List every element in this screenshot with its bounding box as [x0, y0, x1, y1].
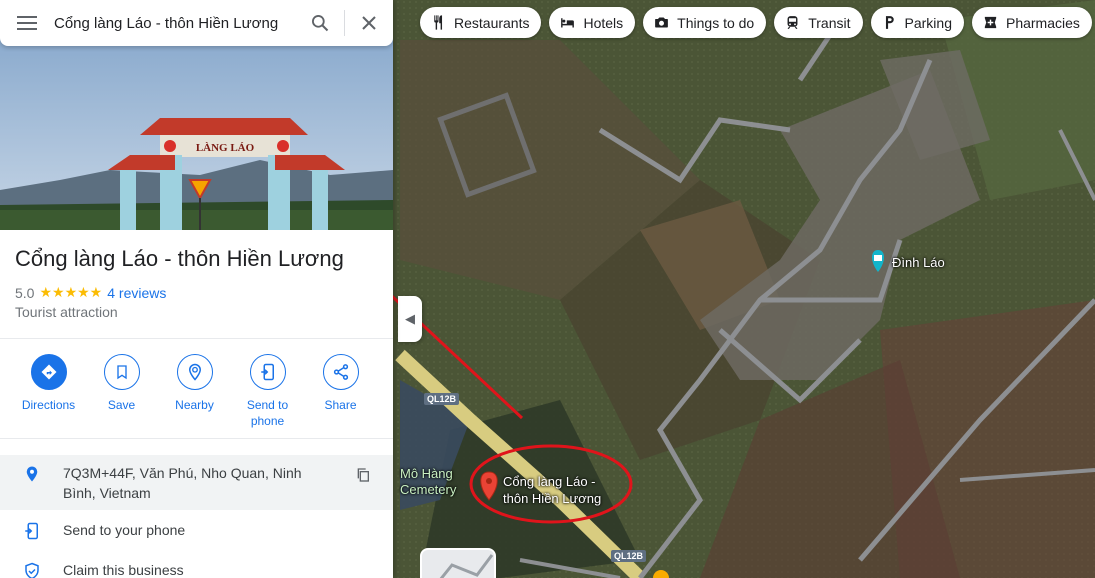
action-label: Nearby [175, 398, 214, 412]
directions-icon [41, 364, 56, 380]
directions-button[interactable]: Directions [12, 354, 85, 429]
address-text: 7Q3M+44F, Văn Phú, Nho Quan, Ninh Bình, … [63, 465, 302, 501]
gate-sign-text: LÀNG LÁO [196, 142, 255, 154]
search-bar: Cổng làng Láo - thôn Hiền Lương [0, 0, 393, 46]
poi-dinh-lao-label[interactable]: Đình Láo [892, 255, 945, 270]
directions-circle [30, 354, 67, 390]
chevron-left-icon: ◀ [405, 311, 415, 326]
pharmacy-icon [984, 16, 997, 29]
verified-shield-icon [24, 562, 39, 578]
send-to-phone-icon [260, 363, 274, 381]
reviews-link[interactable]: 4 reviews [107, 285, 166, 301]
restaurant-icon [434, 15, 443, 30]
save-button[interactable]: Save [85, 354, 158, 429]
claim-business-text: Claim this business [63, 562, 184, 578]
chip-label: Things to do [677, 14, 755, 31]
search-button[interactable] [296, 0, 344, 46]
nearby-icon [188, 363, 201, 381]
rating-value: 5.0 [15, 284, 35, 301]
share-circle [322, 354, 359, 390]
hotel-icon [561, 18, 575, 28]
category-chips: Restaurants Hotels Things to do Transit … [420, 7, 1092, 38]
pin-label-line: thôn Hiền Lương [503, 491, 602, 506]
action-label: Save [107, 398, 136, 412]
place-title: Cổng làng Láo - thôn Hiền Lương [15, 246, 344, 271]
chip-label: Transit [808, 14, 851, 31]
cemetery-label-line: Cemetery [400, 482, 457, 497]
save-circle [103, 354, 140, 390]
parking-icon [885, 16, 894, 29]
action-buttons: Directions Save Nearby Send to phone Sha… [12, 354, 382, 429]
claim-business-row[interactable]: Claim this business [0, 560, 393, 578]
action-label: Send to phone [246, 398, 289, 428]
send-to-phone-row[interactable]: Send to your phone [0, 520, 393, 542]
chip-transit[interactable]: Transit [774, 7, 863, 38]
rating-row: 5.0 ★★★★★ 4 reviews [15, 284, 166, 301]
pin-label-line: Cổng làng Láo - [503, 474, 596, 489]
share-button[interactable]: Share [304, 354, 377, 429]
collapse-panel-button[interactable]: ◀ [398, 296, 422, 342]
send-to-phone-button[interactable]: Send to phone [231, 354, 304, 429]
cemetery-label-line: Mô Hàng [400, 466, 453, 481]
map-thumbnail-icon [439, 554, 494, 578]
chip-pharmacies[interactable]: Pharmacies [971, 7, 1092, 38]
send-to-phone-text: Send to your phone [63, 522, 186, 538]
address-row[interactable]: 7Q3M+44F, Văn Phú, Nho Quan, Ninh Bình, … [0, 455, 393, 510]
cemetery-label[interactable]: Mô Hàng Cemetery [400, 466, 456, 498]
action-label: Share [324, 398, 357, 412]
place-pin-label[interactable]: Cổng làng Láo - thôn Hiền Lương [503, 473, 601, 507]
copy-address-button[interactable] [355, 467, 371, 488]
action-label: Directions [21, 398, 76, 412]
bookmark-icon [116, 365, 127, 380]
send-to-phone-icon [24, 522, 38, 540]
chip-label: Parking [904, 14, 952, 31]
copy-icon [357, 468, 369, 482]
star-rating-icon: ★★★★★ [39, 284, 103, 300]
chip-things-to-do[interactable]: Things to do [643, 7, 767, 38]
road-shield: QL12B [611, 550, 647, 562]
place-side-panel: LÀNG LÁO Cổng làng Láo - thôn Hiền Lương… [0, 0, 393, 578]
road-shield: QL12B [424, 393, 460, 405]
menu-button[interactable] [0, 0, 54, 46]
chip-hotels[interactable]: Hotels [549, 7, 636, 38]
search-icon [312, 15, 329, 32]
layers-toggle[interactable] [420, 548, 496, 578]
search-input[interactable]: Cổng làng Láo - thôn Hiền Lương [54, 15, 296, 32]
chip-label: Pharmacies [1005, 14, 1080, 31]
camera-icon [655, 17, 669, 28]
place-category[interactable]: Tourist attraction [15, 304, 118, 320]
close-icon [362, 16, 376, 30]
divider [0, 438, 393, 439]
hamburger-menu-icon [17, 16, 37, 30]
share-icon [333, 364, 348, 380]
location-pin-icon [26, 466, 37, 482]
chip-restaurants[interactable]: Restaurants [420, 7, 542, 38]
transit-icon [787, 16, 798, 29]
divider [0, 338, 393, 339]
chip-label: Hotels [583, 14, 624, 31]
nearby-button[interactable]: Nearby [158, 354, 231, 429]
chip-parking[interactable]: Parking [870, 7, 964, 38]
nearby-circle [176, 354, 213, 390]
chip-label: Restaurants [454, 14, 530, 31]
send-to-phone-circle [249, 354, 286, 390]
close-search-button[interactable] [345, 0, 393, 46]
